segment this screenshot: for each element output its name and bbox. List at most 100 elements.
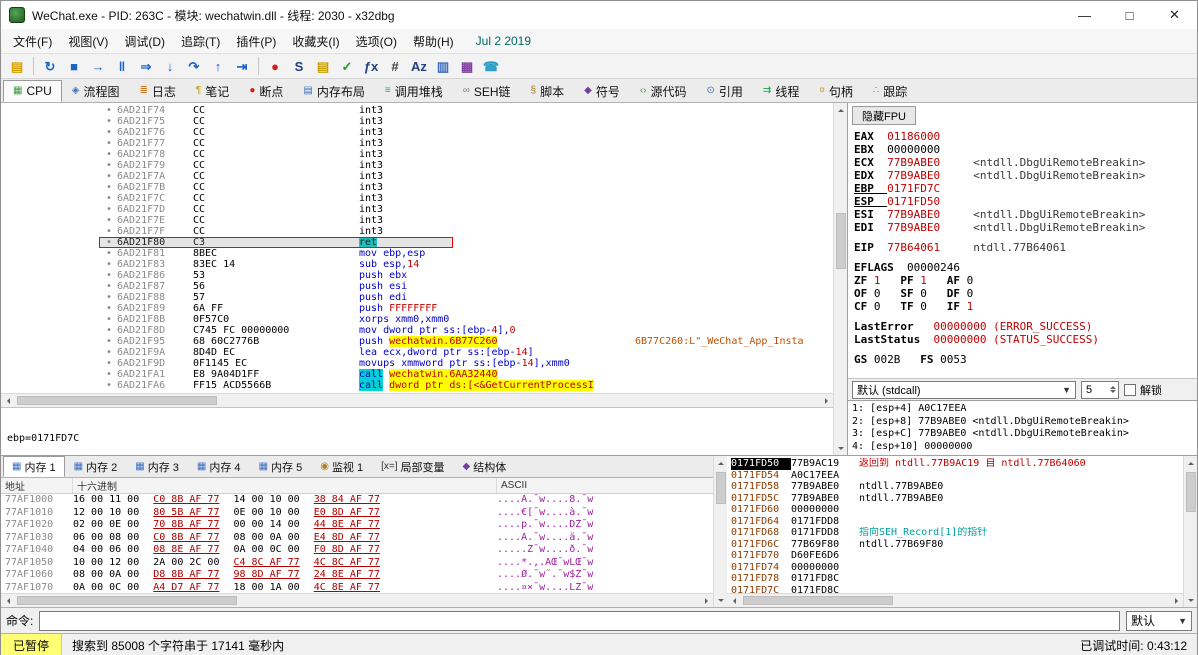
disasm-row[interactable]: •6AD21F7ACCint3 [1,171,833,182]
register-line[interactable]: EBP 0171FD7C [854,182,1197,195]
maximize-button[interactable]: □ [1107,1,1152,29]
stack-row[interactable]: 0171FD5077B9AC19返回到 ntdll.77B9AC19 自 ntd… [731,458,1183,470]
tab-memory-3[interactable]: ▦内存 3 [126,456,188,477]
disasm-row[interactable]: •6AD21F7DCCint3 [1,204,833,215]
argument-line[interactable]: 4: [esp+10] 00000000 [852,441,1197,454]
register-line[interactable]: EFLAGS 00000246 [854,261,1197,274]
command-input[interactable] [39,611,1120,631]
tab-memory-5[interactable]: ▦内存 5 [250,456,312,477]
stack-row[interactable]: 0171FD640171FDD8 [731,516,1183,528]
register-line[interactable]: EAX 01186000 [854,130,1197,143]
execute-till-return-button[interactable]: ↑ [206,55,230,77]
disasm-row[interactable]: •6AD21F80C3ret [1,237,833,248]
patches-button[interactable]: ✓ [335,55,359,77]
disasm-vscrollbar[interactable] [833,103,847,455]
register-line[interactable] [854,313,1197,320]
modules-button[interactable]: ▥ [431,55,455,77]
argument-line[interactable]: 1: [esp+4] A0C17EEA [852,403,1197,416]
scroll-down-button[interactable] [834,441,848,455]
scroll-up-button[interactable] [834,103,848,117]
disasm-row[interactable]: •6AD21F9D0F1145 ECmovups xmmword ptr ss:… [1,358,833,369]
dump-row[interactable]: 77AF103006 00 08 00C0 8B AF 7708 00 0A 0… [1,532,713,545]
stop-button[interactable]: ■ [62,55,86,77]
minimize-button[interactable]: — [1062,1,1107,29]
disasm-row[interactable]: •6AD21F77CCint3 [1,138,833,149]
step-into-button[interactable]: ↓ [158,55,182,77]
scroll-left-button[interactable] [1,594,15,607]
register-line[interactable]: EBX 00000000 [854,143,1197,156]
disasm-row[interactable]: •6AD21F8653push ebx [1,270,833,281]
tab-memory-2[interactable]: ▦内存 2 [65,456,127,477]
register-line[interactable]: LastError 00000000 (ERROR_SUCCESS) [854,320,1197,333]
disasm-row[interactable]: •6AD21F79CCint3 [1,160,833,171]
menu-plugins[interactable]: 插件(P) [228,30,284,53]
dump-row[interactable]: 77AF105010 00 12 002A 00 2C 00C4 8C AF 7… [1,557,713,570]
scroll-left-button[interactable] [727,594,741,607]
stack-row[interactable]: 0171FD780171FD8C [731,573,1183,585]
menu-view[interactable]: 视图(V) [60,30,116,53]
stack-window-button[interactable]: ▦ [455,55,479,77]
disasm-hscroll-thumb[interactable] [17,396,217,405]
disasm-row[interactable]: •6AD21F7FCCint3 [1,226,833,237]
disasm-row[interactable]: •6AD21F7CCCint3 [1,193,833,204]
scroll-right-button[interactable] [699,594,713,607]
tab-symbols[interactable]: ◆符号 [574,80,630,102]
tab-graph[interactable]: ◈流程图 [62,80,130,102]
disasm-row[interactable]: •6AD21F896A FFpush FFFFFFFF [1,303,833,314]
scroll-up-button[interactable] [1184,456,1198,470]
register-line[interactable]: ESP 0171FD50 [854,195,1197,208]
tab-memory-4[interactable]: ▦内存 4 [188,456,250,477]
scroll-left-button[interactable] [1,394,15,407]
dump-hscrollbar[interactable] [1,593,713,607]
close-button[interactable]: ✕ [1152,1,1197,29]
disasm-row[interactable]: •6AD21F7BCCint3 [1,182,833,193]
tab-struct[interactable]: ◆结构体 [454,456,516,477]
register-line[interactable]: LastStatus 00000000 (STATUS_SUCCESS) [854,333,1197,346]
argument-line[interactable]: 3: [esp+C] 77B9ABE0 <ntdll.DbgUiRemoteBr… [852,428,1197,441]
stack-row[interactable]: 0171FD54A0C17EEA [731,470,1183,482]
stack-row[interactable]: 0171FD7400000000 [731,562,1183,574]
stack-row[interactable]: 0171FD5C77B9ABE0ntdll.77B9ABE0 [731,493,1183,505]
unlock-checkbox[interactable]: 解锁 [1124,382,1162,398]
tab-memory-map[interactable]: ▤内存布局 [293,80,374,102]
tab-locals[interactable]: [x=]局部变量 [372,456,453,477]
register-line[interactable]: ECX 77B9ABE0 <ntdll.DbgUiRemoteBreakin> [854,156,1197,169]
disasm-vscroll-thumb[interactable] [836,213,846,269]
comments-hash-button[interactable]: # [383,55,407,77]
register-line[interactable]: EDX 77B9ABE0 <ntdll.DbgUiRemoteBreakin> [854,169,1197,182]
disasm-row[interactable]: •6AD21FA6FF15 ACD5566Bcall dword ptr ds:… [1,380,833,391]
disasm-row[interactable]: •6AD21F74CCint3 [1,105,833,116]
tab-log[interactable]: ≣日志 [130,80,186,102]
register-line[interactable]: EDI 77B9ABE0 <ntdll.DbgUiRemoteBreakin> [854,221,1197,234]
dump-hscroll-thumb[interactable] [17,596,237,605]
run-to-user-code-button[interactable]: ⇥ [230,55,254,77]
disasm-row[interactable]: •6AD21F8383EC 14sub esp,14 [1,259,833,270]
disasm-row[interactable]: •6AD21F8DC745 FC 00000000mov dword ptr s… [1,325,833,336]
register-line[interactable]: CF 0 TF 0 IF 1 [854,300,1197,313]
dump-row[interactable]: 77AF102002 00 0E 0070 8B AF 7700 00 14 0… [1,519,713,532]
scroll-up-button[interactable] [714,456,728,470]
run-button[interactable]: → [86,55,110,77]
register-line[interactable]: ESI 77B9ABE0 <ntdll.DbgUiRemoteBreakin> [854,208,1197,221]
tab-call-stack[interactable]: ≡调用堆栈 [375,80,453,102]
memory-map-button[interactable]: ▤ [311,55,335,77]
dump-row[interactable]: 77AF104004 00 06 0008 8E AF 770A 00 0C 0… [1,544,713,557]
disasm-row[interactable]: •6AD21FA1E8 9A04D1FFcall wechatwin.6AA32… [1,369,833,380]
argument-line[interactable]: 2: [esp+8] 77B9ABE0 <ntdll.DbgUiRemoteBr… [852,416,1197,429]
menu-favourites[interactable]: 收藏夹(I) [284,30,347,53]
disasm-row[interactable]: •6AD21F9A8D4D EClea ecx,dword ptr ss:[eb… [1,347,833,358]
dump-row[interactable]: 77AF106008 00 0A 00D8 8B AF 7798 8D AF 7… [1,569,713,582]
tab-script[interactable]: §脚本 [521,80,575,102]
disasm-row[interactable]: •6AD21F818BECmov ebp,esp [1,248,833,259]
menu-trace[interactable]: 追踪(T) [173,30,228,53]
open-file-button[interactable]: ▤ [5,55,29,77]
tab-memory-1[interactable]: ▦内存 1 [3,456,65,477]
menu-file[interactable]: 文件(F) [5,30,60,53]
stack-vscroll-thumb[interactable] [1186,472,1196,512]
register-line[interactable]: GS 002B FS 0053 [854,353,1197,366]
tab-trace[interactable]: ∴跟踪 [863,80,917,102]
menu-options[interactable]: 选项(O) [348,30,405,53]
tab-source[interactable]: ‹›源代码 [630,80,697,102]
disasm-row[interactable]: •6AD21F76CCint3 [1,127,833,138]
scroll-right-button[interactable] [1169,594,1183,607]
